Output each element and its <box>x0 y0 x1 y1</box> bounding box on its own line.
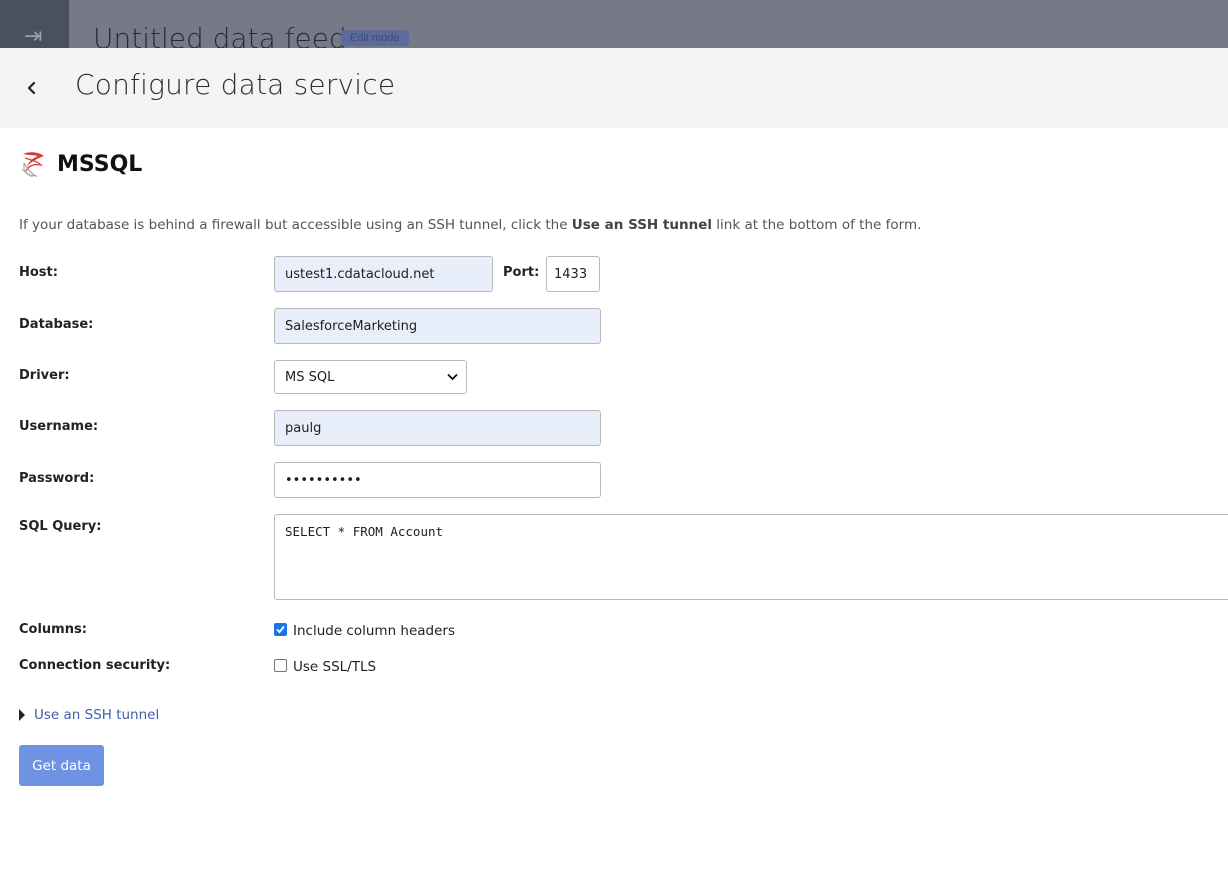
mssql-logo-icon <box>21 152 44 178</box>
hint-prefix: If your database is behind a firewall bu… <box>19 217 572 233</box>
include-headers-label[interactable]: Include column headers <box>293 623 455 639</box>
connection-security-label: Connection security: <box>19 658 171 673</box>
username-label: Username: <box>19 419 99 434</box>
edit-mode-badge: Edit mode <box>341 30 409 46</box>
database-input[interactable]: SalesforceMarketing <box>274 308 601 344</box>
database-value: SalesforceMarketing <box>285 318 418 334</box>
configure-data-service-panel: Configure data service MSSQL If your dat… <box>0 48 1228 884</box>
sql-query-label: SQL Query: <box>19 519 102 534</box>
driver-value: MS SQL <box>285 369 335 385</box>
ssh-hint-text: If your database is behind a firewall bu… <box>19 217 921 233</box>
sql-query-textarea[interactable]: SELECT * FROM Account <box>274 514 1228 600</box>
get-data-button[interactable]: Get data <box>19 745 104 786</box>
source-title: MSSQL <box>57 151 143 177</box>
host-input[interactable]: ustest1.cdatacloud.net <box>274 256 493 292</box>
panel-header: Configure data service <box>0 48 1228 128</box>
port-label: Port: <box>503 265 540 280</box>
columns-label: Columns: <box>19 622 87 637</box>
use-ssl-label[interactable]: Use SSL/TLS <box>293 659 376 675</box>
back-button[interactable] <box>18 74 46 102</box>
sql-query-value: SELECT * FROM Account <box>285 524 444 539</box>
include-headers-checkbox[interactable] <box>274 623 287 636</box>
hint-bold: Use an SSH tunnel <box>571 217 712 233</box>
port-input[interactable]: 1433 <box>546 256 600 292</box>
page-title: Configure data service <box>75 68 396 101</box>
background-sidebar: ⇥ <box>0 0 69 48</box>
driver-select[interactable]: MS SQL <box>274 360 467 394</box>
ssh-tunnel-link[interactable]: Use an SSH tunnel <box>19 707 159 723</box>
username-value: paulg <box>285 420 322 436</box>
caret-right-icon <box>19 709 25 721</box>
database-label: Database: <box>19 317 94 332</box>
background-app-bar: ⇥ Untitled data feed Edit mode <box>0 0 1228 48</box>
chevron-down-icon <box>447 373 458 381</box>
driver-label: Driver: <box>19 368 70 383</box>
chevron-left-icon <box>27 81 36 95</box>
collapse-sidebar-icon: ⇥ <box>24 24 43 48</box>
ssh-tunnel-link-label: Use an SSH tunnel <box>34 707 160 723</box>
host-value: ustest1.cdatacloud.net <box>285 266 435 282</box>
password-label: Password: <box>19 471 95 486</box>
username-input[interactable]: paulg <box>274 410 601 446</box>
port-value: 1433 <box>554 266 588 282</box>
use-ssl-checkbox[interactable] <box>274 659 287 672</box>
background-page-title: Untitled data feed <box>93 22 347 48</box>
password-input[interactable]: •••••••••• <box>274 462 601 498</box>
host-label: Host: <box>19 265 58 280</box>
source-heading: MSSQL <box>19 148 142 180</box>
hint-suffix: link at the bottom of the form. <box>711 217 922 233</box>
password-value: •••••••••• <box>285 472 362 488</box>
checkmark-icon <box>276 625 285 634</box>
